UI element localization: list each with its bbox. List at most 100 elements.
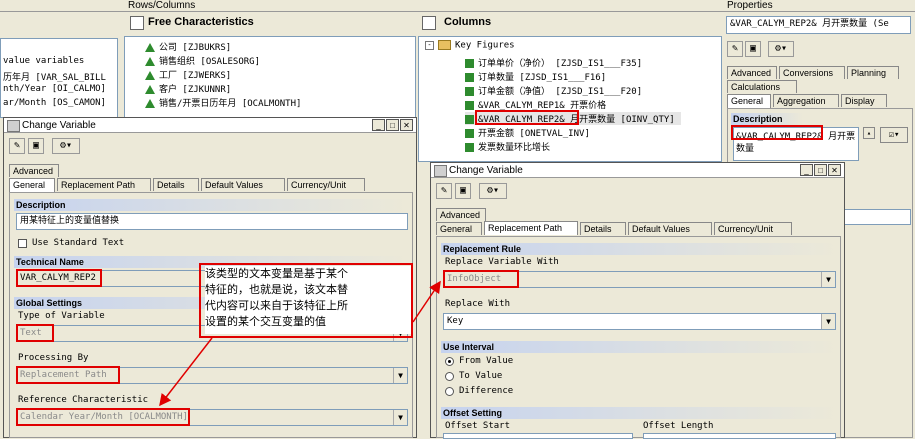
replace-with-label: Replace With (445, 299, 511, 309)
free-char-item[interactable]: 销售/开票日历年月 [OCALMONTH] (145, 96, 301, 109)
close-button[interactable]: ✕ (400, 119, 413, 131)
pencil-icon[interactable]: ✎ (727, 41, 743, 57)
offset-length-input[interactable] (643, 433, 836, 439)
tab-replacement-path[interactable]: Replacement Path (484, 221, 578, 235)
tab-display[interactable]: Display (841, 94, 887, 107)
minimize-button[interactable]: _ (372, 119, 385, 131)
tools-icon[interactable]: ⚙▾ (768, 41, 794, 57)
pencil-icon[interactable]: ✎ (9, 138, 25, 154)
free-char-item[interactable]: 工厂 [ZJWERKS] (145, 68, 231, 81)
chevron-down-icon: ▼ (393, 368, 407, 383)
minimize-button[interactable]: _ (800, 164, 813, 176)
chevron-down-icon: ▼ (821, 272, 835, 287)
dialog1-title: Change Variable (22, 120, 96, 131)
description-input[interactable]: 用某特征上的变量值替换 (16, 213, 408, 230)
tab-planning[interactable]: Planning (847, 66, 899, 79)
replace-with-select[interactable]: Key ▼ (443, 313, 836, 330)
processing-by-label: Processing By (18, 353, 89, 363)
save-icon[interactable]: ▣ (455, 183, 471, 199)
free-characteristics-header: Free Characteristics (124, 12, 416, 34)
key-figure-item[interactable]: 发票数量环比增长 (465, 140, 550, 153)
difference-radio[interactable] (445, 387, 454, 396)
tab-advanced[interactable]: Advanced (727, 66, 777, 79)
highlight-box (16, 269, 102, 287)
tab-general[interactable]: General (9, 178, 55, 192)
key-figure-item[interactable]: 订单金额（净值） [ZJSD_IS1___F20] (465, 84, 642, 97)
tab-conversions[interactable]: Conversions (779, 66, 845, 79)
key-figure-icon (465, 115, 474, 124)
close-button[interactable]: ✕ (828, 164, 841, 176)
highlight-box (475, 110, 579, 125)
tab-calculations[interactable]: Calculations (727, 80, 797, 93)
key-figure-icon (465, 87, 474, 96)
from-value-radio[interactable] (445, 357, 454, 366)
free-char-item[interactable]: 公司 [ZJBUKRS] (145, 40, 231, 53)
key-figure-item[interactable]: 订单数量 [ZJSD_IS1___F16] (465, 70, 606, 83)
tab-currency-unit[interactable]: Currency/Unit (714, 222, 792, 235)
highlight-box (199, 263, 413, 338)
tab-general[interactable]: General (436, 222, 482, 235)
save-icon[interactable]: ▣ (28, 138, 44, 154)
dialog-icon (7, 120, 20, 132)
offset-start-input[interactable] (443, 433, 633, 439)
left-line-1: value variables (3, 56, 85, 66)
tab-replacement-path[interactable]: Replacement Path (57, 178, 151, 191)
left-line-2[interactable]: 历年月 [VAR_SAL_BILL (3, 70, 106, 83)
tab-default-values[interactable]: Default Values (201, 178, 285, 191)
left-variables-panel[interactable]: value variables 历年月 [VAR_SAL_BILL nth/Ye… (0, 38, 118, 118)
tab-advanced[interactable]: Advanced (9, 164, 59, 177)
free-characteristics-list[interactable]: 公司 [ZJBUKRS] 销售组织 [OSALESORG] 工厂 [ZJWERK… (124, 36, 416, 120)
scroll-arrow[interactable]: ▴ (863, 127, 875, 139)
description-group-header: Description (731, 113, 803, 125)
tools-icon[interactable]: ⚙▾ (479, 183, 507, 199)
dialog2-title: Change Variable (449, 165, 523, 176)
left-line-4[interactable]: ar/Month [OS_CAMON] (3, 98, 106, 108)
description-group-header: Description (14, 199, 408, 211)
characteristic-icon (145, 57, 155, 66)
free-char-item[interactable]: 客户 [ZJKUNNR] (145, 82, 231, 95)
highlight-box (16, 324, 54, 342)
maximize-button[interactable]: □ (814, 164, 827, 176)
columns-header: Columns (418, 12, 722, 34)
change-variable-dialog-2: Change Variable _ □ ✕ ✎ ▣ ⚙▾ Advanced Ge… (430, 162, 845, 439)
text-object-icon[interactable]: ☑▾ (880, 127, 908, 143)
use-interval-group-header: Use Interval (441, 341, 838, 353)
rows-columns-label: Rows/Columns (128, 0, 196, 11)
use-standard-text-checkbox[interactable] (18, 239, 27, 248)
tab-currency-unit[interactable]: Currency/Unit (287, 178, 365, 191)
save-icon[interactable]: ▣ (745, 41, 761, 57)
highlight-box (16, 408, 190, 426)
tab-default-values[interactable]: Default Values (628, 222, 712, 235)
to-value-label: To Value (459, 371, 503, 381)
offset-length-label: Offset Length (643, 421, 714, 431)
difference-label: Difference (459, 386, 514, 396)
tools-icon[interactable]: ⚙▾ (52, 138, 80, 154)
pencil-icon[interactable]: ✎ (436, 183, 452, 199)
left-line-3[interactable]: nth/Year [OI_CALMO] (3, 84, 106, 94)
free-char-item[interactable]: 销售组织 [OSALESORG] (145, 54, 260, 67)
collapse-icon[interactable]: - (425, 40, 434, 50)
key-figure-icon (465, 101, 474, 110)
key-figure-item[interactable]: 订单单价（净价） [ZJSD_IS1___F35] (465, 56, 642, 69)
columns-tree[interactable]: - Key Figures 订单单价（净价） [ZJSD_IS1___F35] 订… (418, 36, 722, 162)
description-line-2: 数量 (736, 144, 755, 154)
chevron-down-icon[interactable]: ▼ (821, 314, 835, 329)
tab-details[interactable]: Details (153, 178, 199, 191)
replacement-rule-group-header: Replacement Rule (441, 243, 838, 255)
from-value-label: From Value (459, 356, 514, 366)
type-of-variable-label: Type of Variable (18, 311, 105, 321)
tab-general[interactable]: General (727, 94, 771, 108)
properties-selector[interactable]: &VAR_CALYM_REP2& 月开票数量 (Se (726, 16, 911, 34)
key-figure-item[interactable]: 开票金额 [ONETVAL_INV] (465, 126, 590, 139)
characteristic-icon (145, 85, 155, 94)
to-value-radio[interactable] (445, 372, 454, 381)
maximize-button[interactable]: □ (386, 119, 399, 131)
dialog-icon (434, 165, 447, 177)
columns-title: Columns (444, 16, 492, 28)
tab-details[interactable]: Details (580, 222, 626, 235)
tab-advanced[interactable]: Advanced (436, 208, 486, 221)
key-figures-node[interactable]: - Key Figures (425, 40, 515, 51)
characteristic-icon (145, 43, 155, 52)
highlight-box (731, 125, 823, 140)
tab-aggregation[interactable]: Aggregation (773, 94, 839, 107)
